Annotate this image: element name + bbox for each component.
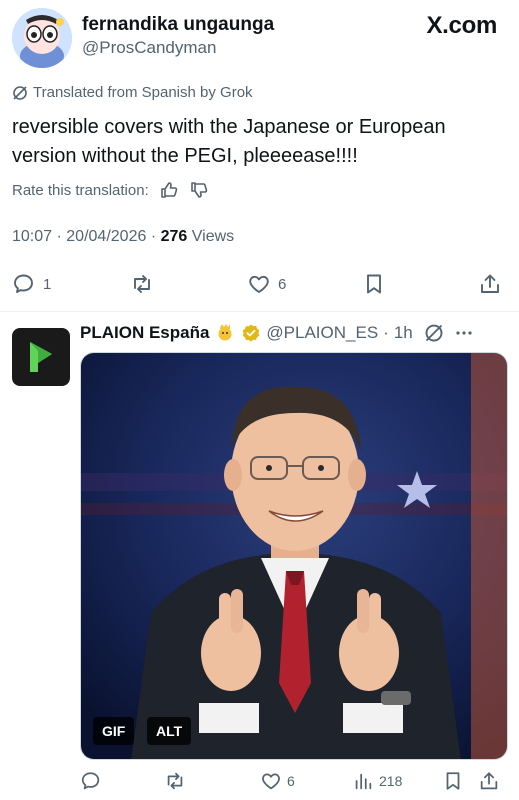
- reply-button[interactable]: [80, 766, 102, 796]
- repost-icon: [134, 275, 150, 293]
- gif-badge: GIF: [93, 717, 135, 745]
- views-count: 218: [379, 773, 403, 789]
- like-count: 6: [278, 275, 287, 293]
- separator: ·: [150, 228, 161, 245]
- author-name[interactable]: fernandika ungaunga: [82, 14, 274, 36]
- share-button[interactable]: [478, 766, 500, 796]
- alt-badge[interactable]: ALT: [147, 717, 192, 745]
- translation-note: Translated from Spanish by Grok: [12, 84, 253, 101]
- heart-icon: [262, 773, 280, 790]
- bookmark-icon: [446, 772, 460, 790]
- bookmark-button[interactable]: [442, 766, 464, 796]
- post-actions: 1 6: [0, 266, 519, 302]
- post-meta: 10:07 · 20/04/2026 · 276 Views: [12, 228, 234, 246]
- gif-media[interactable]: GIF ALT: [80, 352, 508, 760]
- heart-icon: [249, 275, 269, 293]
- post-text: reversible covers with the Japanese or E…: [12, 116, 446, 167]
- thumbs-down-icon[interactable]: [189, 180, 209, 200]
- like-count: 6: [287, 773, 295, 789]
- reply-count: 1: [43, 275, 52, 293]
- rate-translation: Rate this translation:: [12, 180, 209, 200]
- repost-button[interactable]: [164, 766, 186, 796]
- grok-icon[interactable]: [424, 323, 444, 343]
- views-label: Views: [191, 228, 235, 245]
- more-options-icon[interactable]: [453, 323, 475, 343]
- site-logo: X.com: [426, 12, 497, 39]
- reply-icon: [14, 274, 33, 293]
- author-handle[interactable]: @ProsCandyman: [82, 38, 216, 58]
- plaion-logo-icon: [30, 342, 52, 372]
- share-icon: [481, 274, 499, 293]
- repost-icon: [167, 772, 183, 790]
- verified-badge-icon: [243, 324, 260, 342]
- avatar-image: [12, 8, 72, 68]
- main-post: fernandika ungaunga @ProsCandyman X.com …: [0, 0, 519, 312]
- separator: ·: [56, 228, 67, 245]
- gif-image: [81, 353, 507, 759]
- views-count: 276: [160, 228, 188, 245]
- second-post-header: PLAION España @PLAION_ES · 1h: [80, 323, 475, 343]
- analytics-icon: [355, 773, 372, 790]
- rate-label: Rate this translation:: [12, 181, 149, 199]
- reply-button[interactable]: 1: [12, 266, 51, 302]
- post-time[interactable]: 10:07: [12, 228, 52, 245]
- plaion-name[interactable]: PLAION España: [80, 323, 209, 343]
- post-date[interactable]: 20/04/2026: [66, 228, 146, 245]
- translation-label[interactable]: Translated from Spanish by Grok: [33, 84, 253, 101]
- grok-icon: [13, 85, 27, 100]
- share-button[interactable]: [478, 266, 502, 302]
- bookmark-button[interactable]: [362, 266, 386, 302]
- separator: ·: [383, 323, 389, 342]
- plaion-handle[interactable]: @PLAION_ES: [266, 323, 378, 343]
- share-icon: [480, 772, 498, 790]
- reply-icon: [81, 772, 100, 790]
- author-avatar[interactable]: [12, 8, 72, 68]
- bookmark-icon: [367, 274, 381, 294]
- like-button[interactable]: 6: [260, 766, 295, 796]
- thumbs-up-icon[interactable]: [159, 180, 179, 200]
- second-post-actions: 6 218: [80, 766, 508, 796]
- plaion-avatar[interactable]: [12, 328, 70, 386]
- like-button[interactable]: 6: [247, 266, 286, 302]
- post-age[interactable]: 1h: [394, 323, 413, 343]
- emoji-icon: [218, 324, 232, 341]
- views-button[interactable]: 218: [352, 766, 402, 796]
- repost-button[interactable]: [130, 266, 154, 302]
